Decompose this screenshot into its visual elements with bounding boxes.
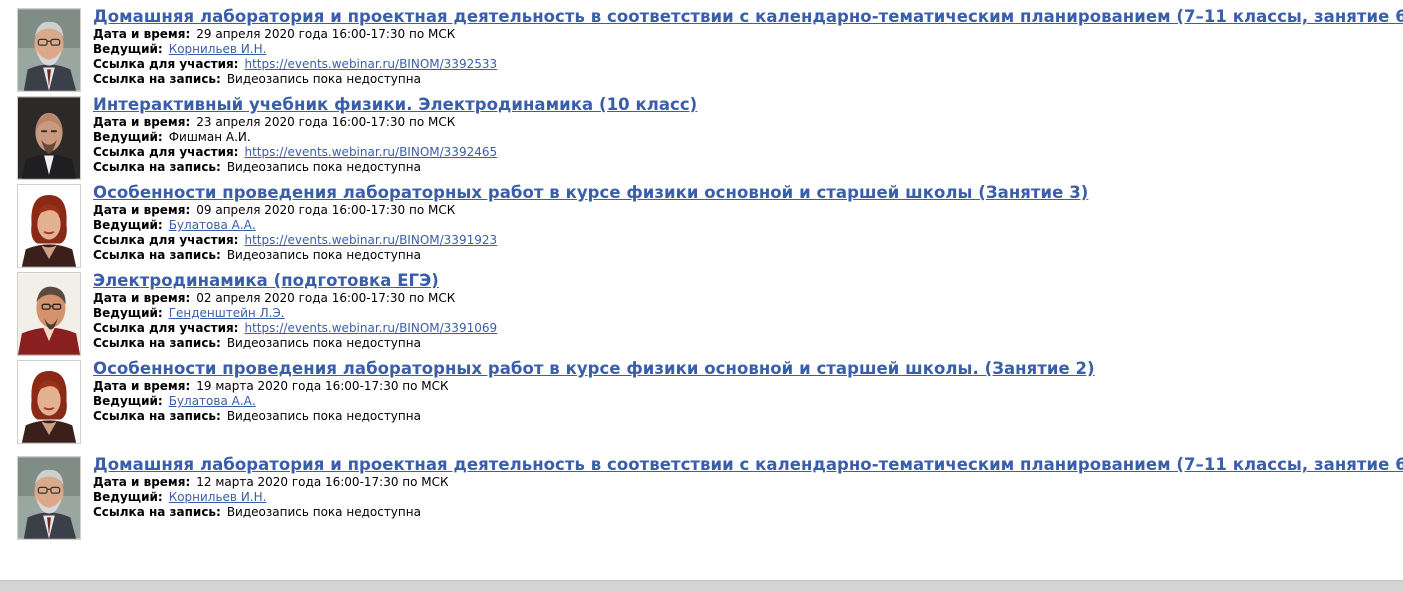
datetime-label: Дата и время: xyxy=(93,475,191,489)
presenter-photo xyxy=(17,96,81,180)
recording-label: Ссылка на запись: xyxy=(93,160,221,174)
host-row: Ведущий: Фишман А.И. xyxy=(93,130,1397,145)
webinar-title-link[interactable]: Домашняя лаборатория и проектная деятель… xyxy=(93,455,1403,475)
presenter-photo xyxy=(17,8,81,92)
recording-label: Ссылка на запись: xyxy=(93,409,221,423)
participation-link[interactable]: https://events.webinar.ru/BINOM/3391069 xyxy=(244,321,497,335)
webinar-info: Интерактивный учебник физики. Электродин… xyxy=(93,95,1397,175)
participation-row: Ссылка для участия: https://events.webina… xyxy=(93,321,1397,336)
datetime-label: Дата и время: xyxy=(93,379,191,393)
host-label: Ведущий: xyxy=(93,394,163,408)
participation-label: Ссылка для участия: xyxy=(93,233,239,247)
participation-link[interactable]: https://events.webinar.ru/BINOM/3391923 xyxy=(244,233,497,247)
participation-row: Ссылка для участия: https://events.webina… xyxy=(93,233,1397,248)
host-link[interactable]: Булатова А.А. xyxy=(169,218,256,232)
datetime-value: 09 апреля 2020 года 16:00-17:30 по МСК xyxy=(196,203,456,217)
datetime-label: Дата и время: xyxy=(93,203,191,217)
host-row: Ведущий: Корнильев И.Н. xyxy=(93,42,1403,57)
host-row: Ведущий: Булатова А.А. xyxy=(93,218,1397,233)
datetime-row: Дата и время: 12 марта 2020 года 16:00-17… xyxy=(93,475,1403,490)
host-link[interactable]: Корнильев И.Н. xyxy=(169,42,267,56)
host-label: Ведущий: xyxy=(93,218,163,232)
presenter-photo xyxy=(17,272,81,356)
datetime-row: Дата и время: 02 апреля 2020 года 16:00-1… xyxy=(93,291,1397,306)
datetime-value: 02 апреля 2020 года 16:00-17:30 по МСК xyxy=(196,291,456,305)
datetime-value: 23 апреля 2020 года 16:00-17:30 по МСК xyxy=(196,115,456,129)
participation-label: Ссылка для участия: xyxy=(93,145,239,159)
recording-row: Ссылка на запись: Видеозапись пока недост… xyxy=(93,72,1403,87)
host-value: Фишман А.И. xyxy=(168,130,251,144)
presenter-photo xyxy=(17,456,81,540)
recording-value: Видеозапись пока недоступна xyxy=(226,409,421,423)
participation-link[interactable]: https://events.webinar.ru/BINOM/3392533 xyxy=(244,57,497,71)
webinar-entry: Особенности проведения лабораторных рабо… xyxy=(17,183,1397,268)
host-link[interactable]: Корнильев И.Н. xyxy=(169,490,267,504)
webinar-entry: Домашняя лаборатория и проектная деятель… xyxy=(17,7,1403,92)
recording-row: Ссылка на запись: Видеозапись пока недост… xyxy=(93,248,1397,263)
webinar-entry: Особенности проведения лабораторных рабо… xyxy=(17,359,1397,444)
webinar-entry: Электродинамика (подготовка ЕГЭ) Дата и в… xyxy=(17,271,1397,356)
participation-row: Ссылка для участия: https://events.webina… xyxy=(93,57,1403,72)
recording-label: Ссылка на запись: xyxy=(93,72,221,86)
webinar-list: Домашняя лаборатория и проектная деятель… xyxy=(17,7,1403,540)
presenter-photo xyxy=(17,184,81,268)
host-label: Ведущий: xyxy=(93,490,163,504)
recording-value: Видеозапись пока недоступна xyxy=(226,160,421,174)
datetime-row: Дата и время: 23 апреля 2020 года 16:00-1… xyxy=(93,115,1397,130)
webinar-title-link[interactable]: Особенности проведения лабораторных рабо… xyxy=(93,359,1397,379)
horizontal-scrollbar[interactable] xyxy=(0,580,1403,592)
datetime-value: 29 апреля 2020 года 16:00-17:30 по МСК xyxy=(196,27,456,41)
webinar-info: Домашняя лаборатория и проектная деятель… xyxy=(93,7,1403,87)
host-row: Ведущий: Булатова А.А. xyxy=(93,394,1397,409)
webinar-title-link[interactable]: Особенности проведения лабораторных рабо… xyxy=(93,183,1397,203)
recording-value: Видеозапись пока недоступна xyxy=(226,336,421,350)
recording-label: Ссылка на запись: xyxy=(93,248,221,262)
datetime-value: 19 марта 2020 года 16:00-17:30 по МСК xyxy=(196,379,449,393)
datetime-label: Дата и время: xyxy=(93,115,191,129)
webinar-info: Особенности проведения лабораторных рабо… xyxy=(93,359,1397,424)
webinar-entry: Домашняя лаборатория и проектная деятель… xyxy=(17,455,1403,540)
host-link[interactable]: Булатова А.А. xyxy=(169,394,256,408)
recording-value: Видеозапись пока недоступна xyxy=(226,248,421,262)
datetime-row: Дата и время: 09 апреля 2020 года 16:00-1… xyxy=(93,203,1397,218)
datetime-row: Дата и время: 19 марта 2020 года 16:00-17… xyxy=(93,379,1397,394)
webinar-list-viewport: Домашняя лаборатория и проектная деятель… xyxy=(0,0,1403,580)
recording-value: Видеозапись пока недоступна xyxy=(226,72,421,86)
host-label: Ведущий: xyxy=(93,130,163,144)
recording-row: Ссылка на запись: Видеозапись пока недост… xyxy=(93,336,1397,351)
host-link[interactable]: Генденштейн Л.Э. xyxy=(169,306,285,320)
recording-row: Ссылка на запись: Видеозапись пока недост… xyxy=(93,160,1397,175)
datetime-label: Дата и время: xyxy=(93,27,191,41)
participation-row: Ссылка для участия: https://events.webina… xyxy=(93,145,1397,160)
participation-label: Ссылка для участия: xyxy=(93,57,239,71)
participation-link[interactable]: https://events.webinar.ru/BINOM/3392465 xyxy=(244,145,497,159)
recording-label: Ссылка на запись: xyxy=(93,336,221,350)
webinar-title-link[interactable]: Электродинамика (подготовка ЕГЭ) xyxy=(93,271,1397,291)
webinar-info: Электродинамика (подготовка ЕГЭ) Дата и в… xyxy=(93,271,1397,351)
host-row: Ведущий: Генденштейн Л.Э. xyxy=(93,306,1397,321)
recording-label: Ссылка на запись: xyxy=(93,505,221,519)
host-label: Ведущий: xyxy=(93,42,163,56)
recording-row: Ссылка на запись: Видеозапись пока недост… xyxy=(93,409,1397,424)
webinar-info: Особенности проведения лабораторных рабо… xyxy=(93,183,1397,263)
recording-value: Видеозапись пока недоступна xyxy=(226,505,421,519)
presenter-photo xyxy=(17,360,81,444)
participation-label: Ссылка для участия: xyxy=(93,321,239,335)
datetime-row: Дата и время: 29 апреля 2020 года 16:00-1… xyxy=(93,27,1403,42)
datetime-value: 12 марта 2020 года 16:00-17:30 по МСК xyxy=(196,475,449,489)
host-label: Ведущий: xyxy=(93,306,163,320)
datetime-label: Дата и время: xyxy=(93,291,191,305)
webinar-title-link[interactable]: Домашняя лаборатория и проектная деятель… xyxy=(93,7,1403,27)
webinar-entry: Интерактивный учебник физики. Электродин… xyxy=(17,95,1397,180)
recording-row: Ссылка на запись: Видеозапись пока недост… xyxy=(93,505,1403,520)
webinar-info: Домашняя лаборатория и проектная деятель… xyxy=(93,455,1403,520)
host-row: Ведущий: Корнильев И.Н. xyxy=(93,490,1403,505)
webinar-title-link[interactable]: Интерактивный учебник физики. Электродин… xyxy=(93,95,1397,115)
